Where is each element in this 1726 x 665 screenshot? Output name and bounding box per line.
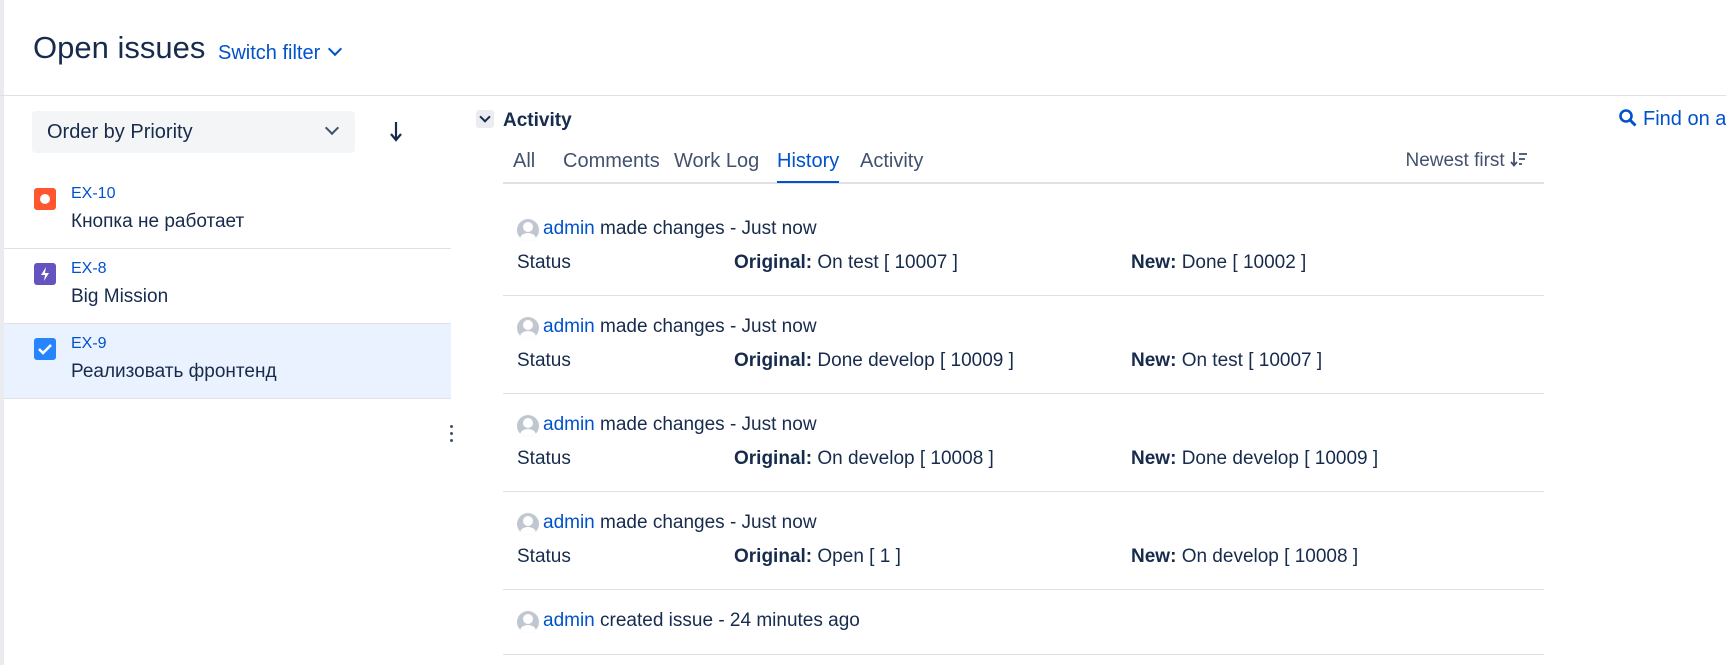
original-text: On test [ 10007 ]	[817, 252, 958, 273]
entry-header: admin made changes - Just now	[543, 414, 817, 436]
sort-descending-icon	[1510, 152, 1527, 167]
avatar[interactable]	[517, 219, 539, 241]
page-title: Open issues	[33, 30, 206, 65]
original-value: Original: Done develop [ 10009 ]	[734, 350, 1014, 372]
original-value: Original: On develop [ 10008 ]	[734, 448, 994, 470]
tab-activity[interactable]: Activity	[860, 150, 923, 181]
original-value: Original: On test [ 10007 ]	[734, 252, 958, 274]
original-text: Open [ 1 ]	[817, 546, 901, 567]
chevron-down-icon	[479, 111, 491, 123]
new-value: New: On develop [ 10008 ]	[1131, 546, 1358, 568]
new-text: On develop [ 10008 ]	[1181, 546, 1359, 567]
sort-order-label: Newest first	[1405, 150, 1505, 171]
issue-key[interactable]: EX-10	[71, 185, 115, 203]
user-link[interactable]: admin	[543, 512, 595, 533]
original-label: Original:	[734, 448, 813, 469]
history-entry: admin created issue - 24 minutes ago	[503, 590, 1544, 655]
new-text: Done [ 10002 ]	[1181, 252, 1307, 273]
find-on-page-label: Find on a	[1643, 108, 1726, 130]
entry-header: admin made changes - Just now	[543, 316, 817, 338]
original-value: Original: Open [ 1 ]	[734, 546, 901, 568]
entry-header: admin made changes - Just now	[543, 218, 817, 240]
issue-list-panel: Order by Priority EX-10 Кнопка не работа…	[4, 96, 451, 665]
sort-order-button[interactable]: Newest first	[1405, 150, 1528, 172]
avatar[interactable]	[517, 513, 539, 535]
issue-summary: Кнопка не работает	[71, 211, 245, 232]
history-entries: admin made changes - Just now Status Ori…	[503, 198, 1544, 655]
order-by-select[interactable]: Order by Priority	[32, 111, 355, 153]
new-label: New:	[1131, 350, 1177, 371]
tab-all[interactable]: All	[513, 150, 535, 181]
chevron-down-icon	[328, 41, 343, 57]
avatar[interactable]	[517, 415, 539, 437]
chevron-down-icon	[324, 120, 340, 136]
issue-key[interactable]: EX-8	[71, 260, 107, 278]
order-by-label: Order by Priority	[47, 121, 193, 143]
user-link[interactable]: admin	[543, 316, 595, 337]
tab-comments[interactable]: Comments	[563, 150, 660, 181]
entry-action: made changes - Just now	[600, 414, 817, 435]
issue-row-selected[interactable]: EX-9 Реализовать фронтенд	[4, 324, 451, 399]
issue-key[interactable]: EX-9	[71, 335, 107, 353]
original-text: On develop [ 10008 ]	[817, 448, 994, 469]
new-value: New: On test [ 10007 ]	[1131, 350, 1322, 372]
new-text: Done develop [ 10009 ]	[1181, 448, 1379, 469]
new-label: New:	[1131, 448, 1177, 469]
activity-heading: Activity	[503, 110, 572, 131]
history-entry: admin made changes - Just now Status Ori…	[503, 394, 1544, 492]
switch-filter-button[interactable]: Switch filter	[218, 41, 343, 65]
entry-action: made changes - Just now	[600, 512, 817, 533]
sort-direction-button[interactable]	[382, 116, 410, 146]
original-label: Original:	[734, 252, 813, 273]
arrow-down-icon	[390, 122, 402, 142]
user-link[interactable]: admin	[543, 218, 595, 239]
entry-header: admin made changes - Just now	[543, 512, 817, 534]
issue-row[interactable]: EX-10 Кнопка не работает	[4, 174, 451, 249]
history-entry: admin made changes - Just now Status Ori…	[503, 492, 1544, 590]
changed-field: Status	[517, 350, 571, 371]
new-value: New: Done develop [ 10009 ]	[1131, 448, 1378, 470]
changed-field: Status	[517, 546, 571, 567]
tab-work-log[interactable]: Work Log	[674, 150, 759, 181]
entry-action: made changes - Just now	[600, 316, 817, 337]
issue-summary: Big Mission	[71, 286, 169, 307]
issue-row[interactable]: EX-8 Big Mission	[4, 249, 451, 324]
activity-collapse-toggle[interactable]	[476, 110, 494, 128]
new-value: New: Done [ 10002 ]	[1131, 252, 1306, 274]
task-icon	[34, 338, 56, 360]
user-link[interactable]: admin	[543, 414, 595, 435]
find-on-page-link[interactable]: Find on a	[1618, 108, 1726, 131]
new-label: New:	[1131, 546, 1177, 567]
new-label: New:	[1131, 252, 1177, 273]
entry-header: admin created issue - 24 minutes ago	[543, 610, 860, 632]
history-entry: admin made changes - Just now Status Ori…	[503, 198, 1544, 296]
page-header: Open issues Switch filter	[0, 0, 1726, 96]
bug-icon	[34, 188, 56, 210]
panel-resize-handle[interactable]	[448, 425, 454, 449]
changed-field: Status	[517, 252, 571, 273]
issue-list: EX-10 Кнопка не работает EX-8 Big Missio…	[4, 174, 451, 399]
switch-filter-label: Switch filter	[218, 42, 321, 64]
issue-summary: Реализовать фронтенд	[71, 361, 277, 382]
changed-field: Status	[517, 448, 571, 469]
original-label: Original:	[734, 546, 813, 567]
new-text: On test [ 10007 ]	[1181, 350, 1323, 371]
avatar[interactable]	[517, 611, 539, 633]
avatar[interactable]	[517, 317, 539, 339]
user-link[interactable]: admin	[543, 610, 595, 631]
epic-icon	[34, 263, 56, 285]
entry-action: made changes - Just now	[600, 218, 817, 239]
activity-tabs: All Comments Work Log History Activity N…	[503, 140, 1544, 184]
original-text: Done develop [ 10009 ]	[817, 350, 1014, 371]
search-icon	[1619, 109, 1637, 127]
entry-action: created issue - 24 minutes ago	[600, 610, 860, 631]
tab-history[interactable]: History	[777, 150, 840, 183]
history-entry: admin made changes - Just now Status Ori…	[503, 296, 1544, 394]
original-label: Original:	[734, 350, 813, 371]
